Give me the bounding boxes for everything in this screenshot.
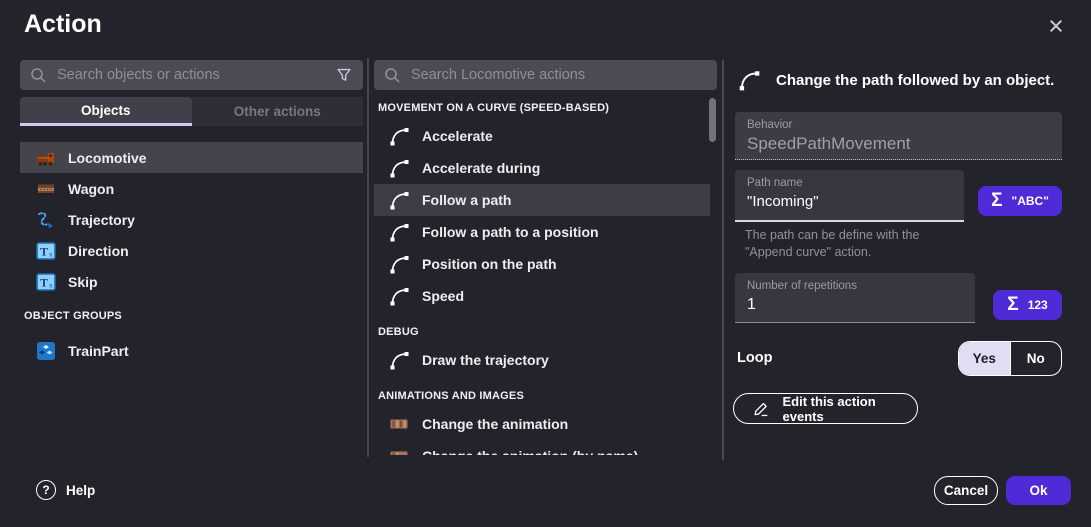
objects-search[interactable] (20, 60, 363, 90)
action-row-change-animation-by-name[interactable]: Change the animation (by name) (374, 440, 710, 455)
action-row-follow-path-to-position[interactable]: Follow a path to a position (374, 216, 710, 248)
object-group-icon (36, 341, 56, 361)
path-curve-icon (388, 349, 410, 371)
help-link[interactable]: ? Help (36, 480, 95, 500)
section-header: DEBUG (374, 312, 710, 344)
action-label: Accelerate during (422, 160, 540, 176)
object-label: Trajectory (68, 212, 135, 228)
actions-search-input[interactable] (411, 67, 707, 83)
loop-toggle: Yes No (958, 341, 1062, 376)
help-icon: ? (36, 480, 56, 500)
action-label: Speed (422, 288, 464, 304)
path-name-label: Path name (747, 177, 952, 189)
behavior-label: Behavior (747, 119, 1050, 131)
actions-search[interactable] (374, 60, 717, 90)
action-label: Follow a path (422, 192, 511, 208)
path-curve-icon (388, 125, 410, 147)
trajectory-icon (36, 210, 56, 230)
ok-button[interactable]: Ok (1006, 476, 1071, 505)
pencil-icon (752, 399, 771, 418)
behavior-field: Behavior SpeedPathMovement (735, 112, 1062, 160)
action-label: Change the animation (422, 416, 568, 432)
object-label: Wagon (68, 181, 114, 197)
sigma-icon: Σ (991, 190, 1002, 212)
sigma-icon: Σ (1007, 294, 1018, 316)
action-row-accelerate-during[interactable]: Accelerate during (374, 152, 710, 184)
tab-objects[interactable]: Objects (20, 97, 192, 126)
objects-list: Locomotive Wagon Trajectory Tx Direction… (20, 142, 363, 366)
svg-text:T: T (40, 244, 48, 258)
text-object-icon: Tx (36, 272, 56, 292)
action-row-speed[interactable]: Speed (374, 280, 710, 312)
close-icon[interactable]: × (1040, 8, 1072, 44)
object-row-trainpart[interactable]: TrainPart (20, 335, 363, 366)
object-row-trajectory[interactable]: Trajectory (20, 204, 363, 235)
path-curve-icon (388, 157, 410, 179)
path-curve-icon (388, 253, 410, 275)
search-icon (384, 67, 401, 84)
action-row-change-animation[interactable]: Change the animation (374, 408, 710, 440)
section-header: MOVEMENT ON A CURVE (SPEED-BASED) (374, 92, 710, 120)
object-label: Direction (68, 243, 129, 259)
search-icon (30, 67, 47, 84)
svg-text:x: x (49, 280, 53, 289)
tab-other-actions[interactable]: Other actions (192, 97, 364, 126)
wagon-icon (36, 179, 56, 199)
animation-icon (388, 445, 410, 455)
expression-builder-abc-button[interactable]: Σ "ABC" (978, 186, 1062, 216)
action-label: Position on the path (422, 256, 557, 272)
svg-text:T: T (40, 275, 48, 289)
section-header: ANIMATIONS AND IMAGES (374, 376, 710, 408)
action-row-draw-trajectory[interactable]: Draw the trajectory (374, 344, 710, 376)
action-label: Draw the trajectory (422, 352, 549, 368)
action-row-accelerate[interactable]: Accelerate (374, 120, 710, 152)
action-label: Follow a path to a position (422, 224, 599, 240)
object-label: Locomotive (68, 150, 147, 166)
object-label: Skip (68, 274, 98, 290)
repetitions-input[interactable] (747, 296, 947, 314)
path-helper-text: The path can be define with the "Append … (745, 227, 995, 261)
repetitions-field[interactable]: Number of repetitions (735, 273, 975, 323)
path-curve-icon (388, 285, 410, 307)
loop-no-button[interactable]: No (1010, 342, 1062, 375)
repetitions-label: Number of repetitions (747, 280, 963, 292)
group-label: TrainPart (68, 343, 129, 359)
actions-scrollbar-thumb[interactable] (709, 98, 716, 142)
action-dialog: Action × Objects Other actions Locomotiv… (0, 0, 1091, 527)
svg-text:x: x (49, 249, 53, 258)
object-row-skip[interactable]: Tx Skip (20, 266, 363, 297)
loop-label: Loop (737, 350, 772, 366)
objects-tabbar: Objects Other actions (20, 97, 363, 126)
cancel-button[interactable]: Cancel (934, 476, 998, 505)
path-name-input[interactable] (747, 193, 947, 210)
middle-right-divider (722, 60, 724, 460)
dialog-title: Action (24, 10, 102, 39)
action-description-row: Change the path followed by an object. (737, 68, 1067, 92)
path-curve-icon (737, 68, 761, 92)
text-object-icon: Tx (36, 241, 56, 261)
path-curve-icon (388, 189, 410, 211)
filter-icon[interactable] (335, 66, 353, 84)
object-groups-header: OBJECT GROUPS (20, 297, 363, 325)
action-label: Change the animation (by name) (422, 448, 638, 455)
action-row-position-on-path[interactable]: Position on the path (374, 248, 710, 280)
action-description: Change the path followed by an object. (776, 72, 1054, 89)
path-name-field[interactable]: Path name (735, 170, 964, 222)
object-row-direction[interactable]: Tx Direction (20, 235, 363, 266)
locomotive-icon (36, 148, 56, 168)
action-row-follow-a-path[interactable]: Follow a path (374, 184, 710, 216)
path-curve-icon (388, 221, 410, 243)
left-middle-divider (367, 58, 369, 457)
objects-search-input[interactable] (57, 67, 335, 83)
animation-icon (388, 413, 410, 435)
edit-action-events-button[interactable]: Edit this action events (733, 393, 918, 424)
actions-list: MOVEMENT ON A CURVE (SPEED-BASED) Accele… (374, 92, 710, 455)
action-label: Accelerate (422, 128, 493, 144)
object-row-locomotive[interactable]: Locomotive (20, 142, 363, 173)
behavior-value: SpeedPathMovement (747, 134, 1050, 154)
loop-yes-button[interactable]: Yes (959, 342, 1010, 375)
expression-builder-123-button[interactable]: Σ 123 (993, 290, 1062, 320)
object-row-wagon[interactable]: Wagon (20, 173, 363, 204)
